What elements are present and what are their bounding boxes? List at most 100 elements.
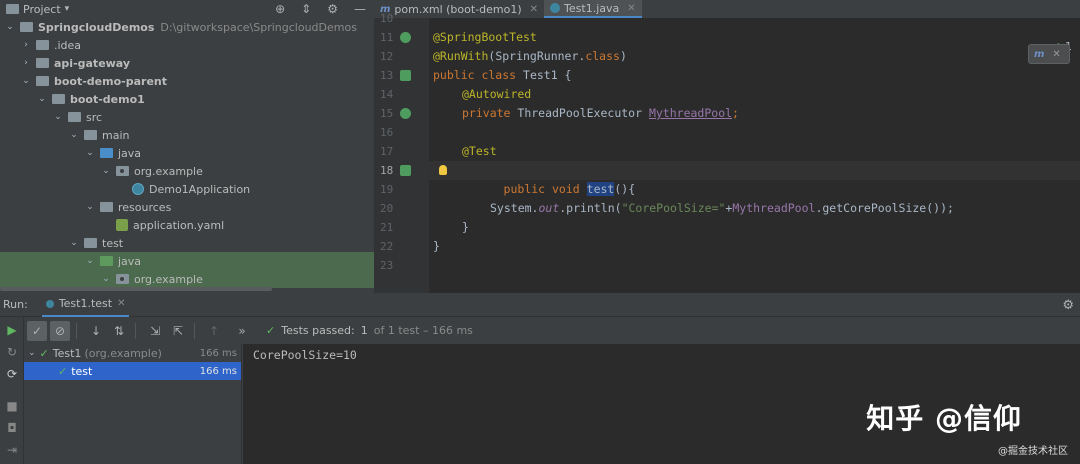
tree-item-label: java [118,254,142,268]
tree-item-java[interactable]: ⌄ java [0,144,374,162]
chevron-right-icon[interactable]: › [20,58,32,68]
folder-icon [84,238,97,248]
project-tree: ⌄ SpringcloudDemos D:\gitworkspace\Sprin… [0,18,374,288]
chevron-down-icon[interactable]: ⌄ [28,348,36,358]
run-test-icon[interactable] [400,70,411,81]
stop-icon[interactable]: ■ [5,399,19,413]
project-panel: Project ▾ ⊕ ⇕ ⚙ — ⌄ SpringcloudDemos D:\… [0,0,374,293]
tree-item-idea[interactable]: › .idea [0,36,374,54]
chevron-down-icon[interactable]: ⌄ [36,94,48,104]
spring-autowired-icon[interactable] [400,108,411,119]
tree-item-demo1application[interactable]: Demo1Application [0,180,374,198]
current-code-line: public void test(){ [429,161,1080,196]
ide-window: Project ▾ ⊕ ⇕ ⚙ — ⌄ SpringcloudDemos D:\… [0,0,1080,464]
editor-gutter: 10 11 12 13 14 15 16 17 18 19 20 21 22 2… [374,12,429,293]
chevron-down-icon[interactable]: ⌄ [84,148,96,158]
tree-item-test[interactable]: ⌄ test [0,234,374,252]
tree-item-test-java[interactable]: ⌄ java [0,252,374,270]
export-icon[interactable]: ⇥ [5,443,19,457]
tree-item-label: boot-demo-parent [54,74,168,88]
chevron-down-icon[interactable]: ⌄ [52,112,64,122]
check-icon: ✓ [58,364,68,378]
tree-item-label: Demo1Application [149,182,251,196]
test-results-tree: ⌄ ✓ Test1 (org.example) 166 ms ✓ test 16… [24,344,242,464]
locate-icon[interactable]: ⊕ [275,2,285,16]
tree-item-test-org-example[interactable]: ⌄ org.example [0,270,374,288]
line-number: 23 [380,259,394,272]
minimize-icon[interactable]: — [354,2,366,16]
gear-icon[interactable]: ⚙ [327,2,338,16]
close-icon[interactable]: ✕ [117,298,125,309]
more-icon[interactable]: » [232,321,252,341]
collapse-all-icon[interactable]: ⇱ [168,321,188,341]
tree-item-springclouddemos[interactable]: ⌄ SpringcloudDemos D:\gitworkspace\Sprin… [0,18,374,36]
tree-item-application-yaml[interactable]: application.yaml [0,216,374,234]
chevron-down-icon[interactable]: ⌄ [68,130,80,140]
horizontal-scrollbar[interactable] [0,287,272,291]
tree-item-boot-demo-parent[interactable]: ⌄ boot-demo-parent [0,72,374,90]
check-icon: ✓ [266,324,276,337]
chevron-down-icon[interactable]: ⌄ [68,238,80,248]
chevron-down-icon[interactable]: ⌄ [20,76,32,86]
run-panel-header: Run: Test1.test ✕ ⚙ [0,293,1080,317]
mybatis-icon: m [1034,48,1045,60]
rerun-failed-icon[interactable]: ↻ [5,345,19,359]
expand-all-icon[interactable]: ⇲ [145,321,165,341]
code-line: private ThreadPoolExecutor MythreadPool; [462,106,739,120]
line-number: 16 [380,126,394,139]
watermark-small: @掘金技术社区 [998,446,1068,457]
tree-item-label: application.yaml [133,218,225,232]
tree-item-main[interactable]: ⌄ main [0,126,374,144]
close-icon[interactable]: ✕ [627,3,635,14]
project-panel-header[interactable]: Project ▾ ⊕ ⇕ ⚙ — [0,0,374,18]
tree-item-label: main [102,128,130,142]
toggle-auto-test-icon[interactable]: ⟳ [5,367,19,381]
run-label: Run: [3,298,28,311]
tree-item-src[interactable]: ⌄ src [0,108,374,126]
tree-item-label: SpringcloudDemos [38,20,155,34]
line-number: 22 [380,240,394,253]
chevron-down-icon[interactable]: ⌄ [4,22,16,32]
run-test-icon[interactable] [400,165,411,176]
sort-duration-icon[interactable]: ⇅ [109,321,129,341]
close-icon[interactable]: ✕ [1052,49,1060,60]
mybatis-badge[interactable]: m ✕ [1028,44,1070,64]
editor-tab-bar: m pom.xml (boot-demo1) ✕ Test1.java ✕ [374,0,1080,18]
tree-item-boot-demo1[interactable]: ⌄ boot-demo1 [0,90,374,108]
chevron-down-icon[interactable]: ▾ [65,4,70,14]
chevron-down-icon[interactable]: ⌄ [100,166,112,176]
console-line: CorePoolSize=10 [253,348,357,362]
lightbulb-icon[interactable] [439,165,447,175]
code-line: } [462,220,469,234]
close-icon[interactable]: ✕ [530,4,538,15]
folder-icon [68,112,81,122]
tree-item-resources[interactable]: ⌄ resources [0,198,374,216]
test-row-test1[interactable]: ⌄ ✓ Test1 (org.example) 166 ms [24,344,241,362]
spring-bean-icon[interactable] [400,32,411,43]
tree-item-org-example[interactable]: ⌄ org.example [0,162,374,180]
sort-alpha-icon[interactable]: ↓ [86,321,106,341]
rerun-icon[interactable]: ▶ [5,323,19,337]
show-ignored-icon[interactable]: ⊘ [50,320,70,341]
run-side-toolbar: ▶ ↻ ⟳ ■ ◘ ⇥ [0,317,24,464]
source-folder-icon [100,148,113,158]
tab-run-test1[interactable]: Test1.test ✕ [41,293,130,317]
chevron-down-icon[interactable]: ⌄ [100,274,112,284]
gear-icon[interactable]: ⚙ [1062,298,1074,313]
chevron-down-icon[interactable]: ⌄ [84,256,96,266]
package-icon [116,166,129,176]
test-row-test[interactable]: ✓ test 166 ms [24,362,241,380]
line-number: 14 [380,88,394,101]
chevron-down-icon[interactable]: ⌄ [84,202,96,212]
code-editor[interactable]: @SpringBootTest @RunWith(SpringRunner.cl… [429,18,1080,293]
module-folder-icon [20,22,33,32]
chevron-right-icon[interactable]: › [20,40,32,50]
collapse-all-icon[interactable]: ⇕ [301,2,311,16]
tab-test1-java[interactable]: Test1.java ✕ [544,0,642,18]
camera-icon[interactable]: ◘ [5,421,19,435]
tree-item-api-gateway[interactable]: › api-gateway [0,54,374,72]
line-number: 13 [374,66,429,85]
show-passed-icon[interactable]: ✓ [27,320,47,341]
previous-icon[interactable]: ↑ [204,321,224,341]
tree-item-path: D:\gitworkspace\SpringcloudDemos [160,20,357,34]
